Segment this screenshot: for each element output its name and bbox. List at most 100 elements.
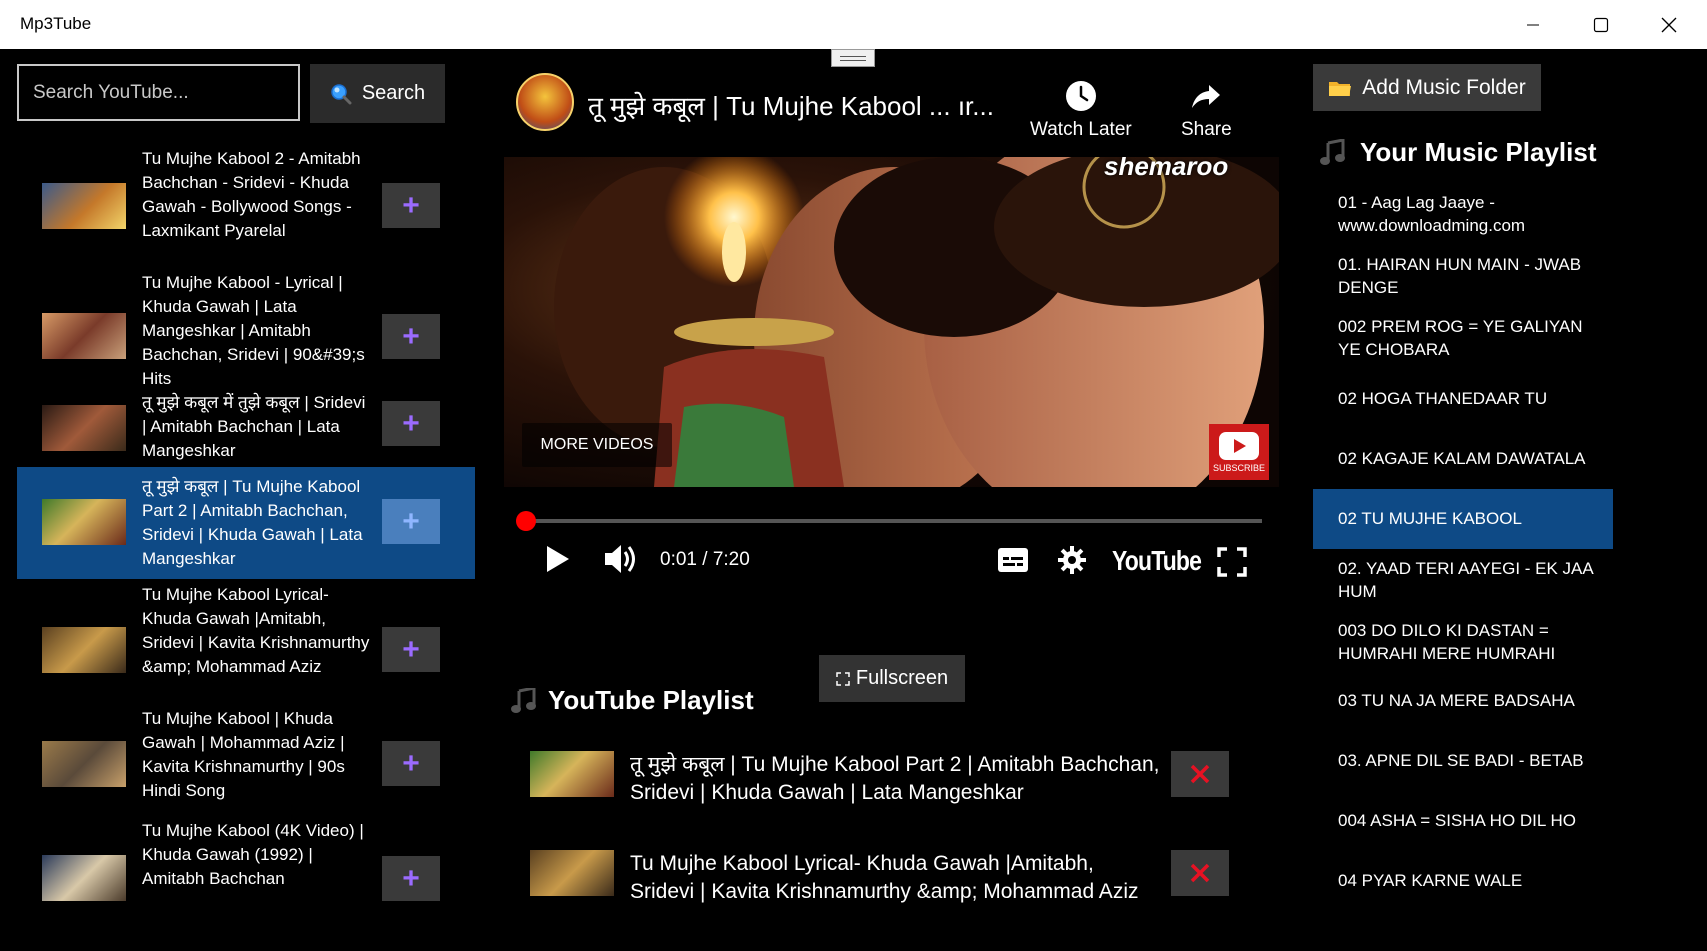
search-box[interactable]: [17, 64, 300, 121]
result-thumbnail: [42, 405, 126, 451]
add-to-playlist-button[interactable]: +: [382, 499, 440, 544]
search-results-list[interactable]: Tu Mujhe Kabool 2 - Amitabh Bachchan - S…: [17, 143, 475, 935]
result-title: Tu Mujhe Kabool 2 - Amitabh Bachchan - S…: [142, 149, 361, 240]
share-button[interactable]: Share: [1181, 79, 1232, 141]
result-item-selected[interactable]: तू मुझे कबूल | Tu Mujhe Kabool Part 2 | …: [17, 467, 475, 579]
folder-icon: [1329, 81, 1352, 96]
result-item[interactable]: Tu Mujhe Kabool Lyrical- Khuda Gawah |Am…: [17, 579, 475, 703]
playlist-item[interactable]: Tu Mujhe Kabool Lyrical- Khuda Gawah |Am…: [530, 850, 1250, 910]
fullscreen-icon[interactable]: [1217, 547, 1247, 577]
minimize-button[interactable]: [1499, 0, 1567, 49]
player-panel: तू मुझे कबूल | Tu Mujhe Kabool ... ır...…: [500, 49, 1290, 935]
captions-icon[interactable]: [997, 547, 1029, 573]
progress-bar[interactable]: [522, 519, 1262, 523]
add-to-playlist-button[interactable]: +: [382, 856, 440, 901]
music-item[interactable]: 03. APNE DIL SE BADI - BETAB: [1313, 733, 1613, 793]
subscribe-label: SUBSCRIBE: [1212, 462, 1265, 473]
video-frame[interactable]: shemaroo MORE VIDEOS SUBSCRIBE: [504, 157, 1279, 487]
youtube-logo[interactable]: YouTube: [1112, 545, 1202, 577]
music-note-icon: [1320, 138, 1345, 165]
music-item[interactable]: 002 PREM ROG = YE GALIYAN YE CHOBARA: [1313, 307, 1613, 369]
maximize-icon: [1593, 17, 1609, 32]
fullscreen-label: Fullscreen: [855, 667, 949, 689]
add-to-playlist-button[interactable]: +: [382, 183, 440, 228]
fullscreen-button[interactable]: Fullscreen: [819, 655, 965, 702]
player-controls: 0:01 / 7:20 YouTube: [500, 511, 1290, 639]
plus-icon: +: [402, 504, 420, 538]
minimize-icon: [1527, 24, 1539, 25]
music-item[interactable]: 02. YAAD TERI AAYEGI - EK JAA HUM: [1313, 549, 1613, 611]
result-title: तू मुझे कबूल में तुझे कबूल | Sridevi | A…: [142, 393, 366, 460]
search-button[interactable]: Search: [310, 64, 445, 123]
title-bar: Mp3Tube: [0, 0, 1707, 49]
remove-button[interactable]: [1171, 751, 1229, 797]
add-to-playlist-button[interactable]: +: [382, 401, 440, 446]
music-playlist-heading: Your Music Playlist: [1318, 137, 1596, 168]
youtube-playlist-title: YouTube Playlist: [548, 685, 754, 715]
result-item[interactable]: Tu Mujhe Kabool (4K Video) | Khuda Gawah…: [17, 813, 475, 935]
brand-watermark: shemaroo: [1104, 157, 1229, 181]
music-item[interactable]: 03 TU NA JA MERE BADSAHA: [1313, 673, 1613, 733]
playlist-thumbnail: [530, 751, 614, 797]
add-to-playlist-button[interactable]: +: [382, 627, 440, 672]
remove-icon: [1190, 764, 1210, 784]
add-music-folder-button[interactable]: Add Music Folder: [1313, 64, 1541, 111]
music-item[interactable]: 004 ASHA = SISHA HO DIL HO: [1313, 793, 1613, 853]
settings-gear-icon[interactable]: [1057, 545, 1087, 575]
result-item[interactable]: Tu Mujhe Kabool | Khuda Gawah | Mohammad…: [17, 703, 475, 813]
search-button-label: Search: [361, 82, 426, 104]
plus-icon: +: [402, 632, 420, 666]
window-title: Mp3Tube: [20, 14, 92, 33]
result-title: तू मुझे कबूल | Tu Mujhe Kabool Part 2 | …: [142, 477, 363, 568]
music-playlist-title: Your Music Playlist: [1360, 137, 1597, 167]
youtube-play-icon: [1219, 431, 1259, 460]
add-to-playlist-button[interactable]: +: [382, 741, 440, 786]
close-window-button[interactable]: [1635, 0, 1703, 49]
result-thumbnail: [42, 741, 126, 787]
channel-logo[interactable]: [516, 73, 574, 131]
subscribe-button[interactable]: SUBSCRIBE: [1209, 424, 1269, 480]
music-item[interactable]: 01 - Aag Lag Jaaye - www.downloadming.co…: [1313, 189, 1613, 247]
playlist-thumbnail: [530, 850, 614, 896]
result-thumbnail: [42, 855, 126, 901]
result-item[interactable]: तू मुझे कबूल में तुझे कबूल | Sridevi | A…: [17, 389, 475, 467]
watch-later-button[interactable]: Watch Later: [1030, 79, 1132, 141]
progress-handle[interactable]: [516, 511, 536, 531]
remove-icon: [1190, 863, 1210, 883]
music-item[interactable]: 02 HOGA THANEDAAR TU: [1313, 369, 1613, 429]
plus-icon: +: [402, 406, 420, 440]
result-title: Tu Mujhe Kabool (4K Video) | Khuda Gawah…: [142, 821, 364, 888]
result-title: Tu Mujhe Kabool | Khuda Gawah | Mohammad…: [142, 709, 345, 800]
music-item[interactable]: 003 DO DILO KI DASTAN = HUMRAHI MERE HUM…: [1313, 611, 1613, 673]
add-to-playlist-button[interactable]: +: [382, 314, 440, 359]
plus-icon: +: [402, 746, 420, 780]
playlist-item-title: Tu Mujhe Kabool Lyrical- Khuda Gawah |Am…: [630, 852, 1139, 903]
music-panel: Add Music Folder Your Music Playlist 01 …: [1313, 49, 1707, 935]
more-videos-button[interactable]: MORE VIDEOS: [522, 423, 672, 467]
play-icon[interactable]: [542, 543, 572, 575]
result-item[interactable]: Tu Mujhe Kabool - Lyrical | Khuda Gawah …: [17, 265, 475, 389]
plus-icon: +: [402, 861, 420, 895]
remove-button[interactable]: [1171, 850, 1229, 896]
volume-icon[interactable]: [602, 541, 638, 577]
music-item[interactable]: 04 PYAR KARNE WALE: [1313, 853, 1613, 913]
video-title[interactable]: तू मुझे कबूल | Tu Mujhe Kabool ... ır...: [588, 87, 994, 123]
result-thumbnail: [42, 313, 126, 359]
video-header: तू मुझे कबूल | Tu Mujhe Kabool ... ır...…: [516, 73, 1276, 153]
result-item[interactable]: Tu Mujhe Kabool 2 - Amitabh Bachchan - S…: [17, 143, 475, 265]
search-input[interactable]: [19, 66, 298, 119]
maximize-button[interactable]: [1567, 0, 1635, 49]
music-note-icon: [511, 687, 536, 713]
result-thumbnail: [42, 183, 126, 229]
drag-handle[interactable]: [831, 49, 875, 67]
playlist-item[interactable]: तू मुझे कबूल | Tu Mujhe Kabool Part 2 | …: [530, 751, 1250, 811]
youtube-playlist-heading: YouTube Playlist: [510, 685, 754, 716]
music-item[interactable]: 02 KAGAJE KALAM DAWATALA: [1313, 429, 1613, 489]
add-music-folder-label: Add Music Folder: [1362, 75, 1526, 99]
music-item[interactable]: 01. HAIRAN HUN MAIN - JWAB DENGE: [1313, 247, 1613, 307]
watch-later-label: Watch Later: [1030, 119, 1132, 140]
plus-icon: +: [402, 188, 420, 222]
close-icon: [1661, 17, 1677, 32]
music-item-selected[interactable]: 02 TU MUJHE KABOOL: [1313, 489, 1613, 549]
share-icon: [1192, 85, 1221, 108]
